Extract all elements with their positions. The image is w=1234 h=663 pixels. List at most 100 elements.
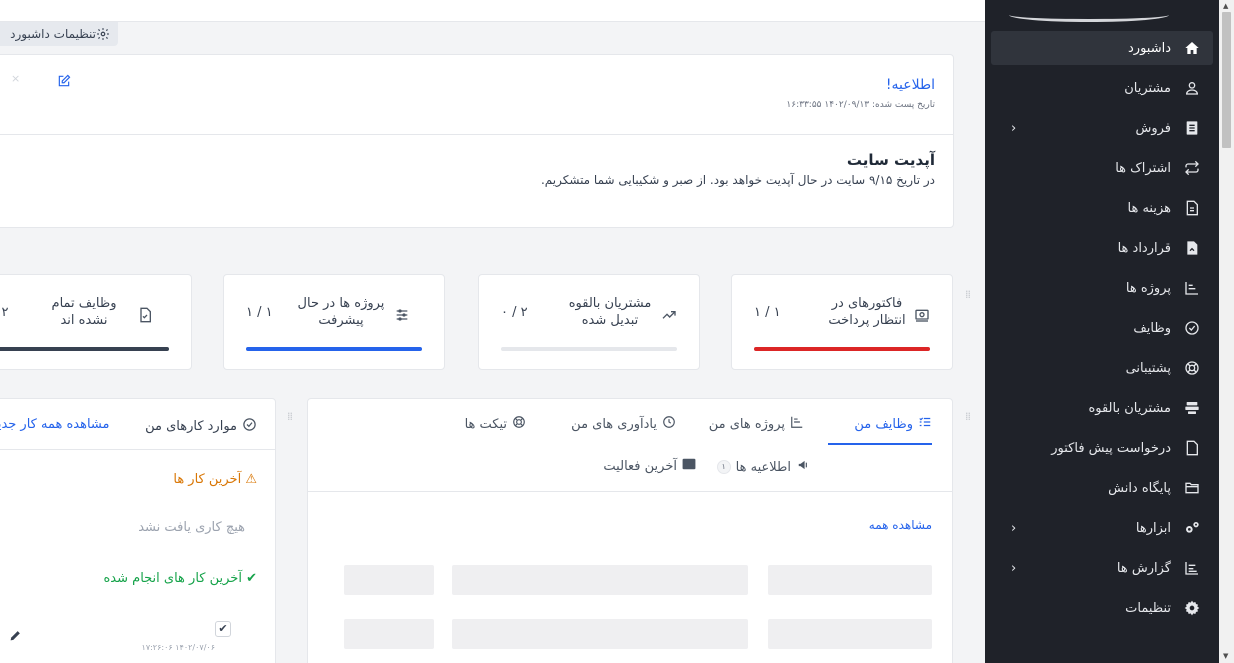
sidebar-item-subscriptions[interactable]: اشتراک ها <box>991 151 1213 185</box>
list-icon <box>918 415 932 433</box>
pencil-icon[interactable] <box>9 629 22 645</box>
scrollbar[interactable]: ▲ ▼ <box>1219 0 1234 663</box>
sidebar-item-label: داشبورد <box>1128 40 1171 56</box>
my-tasks-title: موارد کارهای من <box>145 419 237 434</box>
stat-label: فاکتورهای در انتظار پرداخت <box>828 296 906 328</box>
stat-card-projects[interactable]: پروژه ها در حال پیشرفت ۱ / ۱ <box>223 274 445 370</box>
dashboard-settings-label: تنظیمات داشبورد <box>10 27 96 41</box>
progress-fill <box>0 347 169 351</box>
leads-icon <box>1181 400 1203 416</box>
dashboard-settings-button[interactable]: تنظیمات داشبورد <box>0 22 118 46</box>
tab-label: تیکت ها <box>464 416 507 432</box>
announcement-body: در تاریخ ۹/۱۵ سایت در حال آپدیت خواهد بو… <box>540 173 935 187</box>
check-icon: ✔ <box>246 571 257 586</box>
sidebar-item-label: درخواست پیش فاکتور <box>1051 440 1171 456</box>
tab-label: پروژه های من <box>708 416 785 432</box>
sidebar-item-label: پایگاه دانش <box>1108 480 1171 496</box>
task-checkbox[interactable]: ✔ <box>215 621 231 637</box>
sidebar-item-reports[interactable]: گزارش ها ‹ <box>991 551 1213 585</box>
check-circle-icon <box>242 417 257 436</box>
sidebar-item-contracts[interactable]: قرارداد ها <box>991 231 1213 265</box>
stat-value: ۲ / <box>0 305 9 320</box>
progress-bar <box>0 347 169 351</box>
file-text-icon <box>1181 200 1203 216</box>
sidebar-item-settings[interactable]: تنظیمات <box>991 591 1213 625</box>
sidebar-item-label: تنظیمات <box>1125 600 1171 616</box>
sidebar: داشبورد مشتریان فروش ‹ اشتراک ها هزینه ه… <box>985 0 1219 663</box>
sidebar-item-support[interactable]: پشتیبانی <box>991 351 1213 385</box>
drag-handle-icon[interactable]: ⁞⁞ <box>284 411 293 422</box>
chevron-left-icon: ‹ <box>1011 521 1017 536</box>
completed-tasks-heading: ✔ آخرین کار های انجام شده <box>104 571 258 586</box>
user-icon <box>1181 80 1203 96</box>
sidebar-item-knowledge-base[interactable]: پایگاه دانش <box>991 471 1213 505</box>
cogs-icon <box>1181 520 1203 536</box>
warning-icon: ⚠ <box>245 472 257 487</box>
skeleton-placeholder <box>344 565 434 595</box>
main-content: تنظیمات داشبورد اطلاعیه! تاریخ پست شده: … <box>0 0 985 663</box>
stat-card-invoices[interactable]: فاکتورهای در انتظار پرداخت ۱ / ۱ <box>731 274 953 370</box>
sidebar-item-projects[interactable]: پروژه ها <box>991 271 1213 305</box>
divider <box>0 449 275 450</box>
tab-label: وظایف من <box>854 416 913 432</box>
announcement-heading: آپدیت سایت <box>846 151 935 169</box>
drag-handle-icon[interactable]: ⁞⁞ <box>962 411 971 422</box>
drag-handle-icon[interactable]: ⁞⁞ <box>962 289 971 300</box>
chart-icon <box>1181 280 1203 296</box>
sidebar-item-leads[interactable]: مشتریان بالقوه <box>991 391 1213 425</box>
sidebar-item-label: پشتیبانی <box>1125 360 1171 376</box>
check-circle-icon <box>1181 320 1203 336</box>
tab-label: آخرین فعالیت <box>603 458 677 474</box>
contract-icon <box>1181 240 1203 256</box>
skeleton-placeholder <box>344 619 434 649</box>
completed-tasks-label: آخرین کار های انجام شده <box>103 571 242 586</box>
tab-underline <box>828 443 932 445</box>
scroll-thumb[interactable] <box>1222 12 1231 148</box>
tab-my-tasks[interactable]: وظایف من <box>854 415 932 433</box>
tab-my-reminders[interactable]: یادآوری های من <box>571 415 676 433</box>
home-icon <box>1181 40 1203 56</box>
sidebar-item-dashboard[interactable]: داشبورد <box>991 31 1213 65</box>
latest-tasks-heading: ⚠ آخرین کار ها <box>173 472 257 487</box>
invoice-icon <box>914 307 930 326</box>
skeleton-placeholder <box>768 565 932 595</box>
see-all-link[interactable]: مشاهده همه <box>869 518 932 532</box>
sidebar-item-customers[interactable]: مشتریان <box>991 71 1213 105</box>
tab-latest-activity[interactable]: آخرین فعالیت <box>603 458 696 474</box>
clock-icon <box>662 415 676 433</box>
tab-my-projects[interactable]: پروژه های من <box>709 415 804 433</box>
progress-bar <box>246 347 422 351</box>
trend-icon <box>661 307 677 326</box>
notification-badge: ۱ <box>716 460 731 474</box>
edit-icon[interactable] <box>57 74 71 91</box>
sidebar-item-label: ابزارها <box>1135 520 1171 536</box>
tab-tickets[interactable]: تیکت ها <box>465 415 526 433</box>
announcement-card: اطلاعیه! تاریخ پست شده: ۱۴۰۲/۰۹/۱۳ ۱۶:۳۳… <box>0 54 954 228</box>
scroll-up-icon[interactable]: ▲ <box>1223 2 1228 10</box>
my-tasks-header: موارد کارهای من <box>145 417 257 436</box>
report-icon <box>1181 560 1203 576</box>
sidebar-item-label: مشتریان <box>1124 80 1171 96</box>
progress-fill <box>754 347 930 351</box>
sidebar-item-estimate-request[interactable]: درخواست پیش فاکتور <box>991 431 1213 465</box>
stat-card-tasks[interactable]: وظایف تمام نشده اند ۲ / <box>0 274 192 370</box>
gear-icon <box>1181 600 1203 616</box>
sidebar-item-label: پروژه ها <box>1125 280 1171 296</box>
scroll-down-icon[interactable]: ▼ <box>1223 652 1228 660</box>
tabs-card: وظایف من پروژه های من یادآوری های من تیک… <box>307 398 953 663</box>
close-icon[interactable]: × <box>11 72 20 85</box>
view-all-tasks-link[interactable]: مشاهده همه کار جدید <box>0 417 109 432</box>
sidebar-item-expenses[interactable]: هزینه ها <box>991 191 1213 225</box>
logo <box>1009 8 1169 22</box>
sidebar-item-label: وظایف <box>1133 320 1171 336</box>
sidebar-item-utilities[interactable]: ابزارها ‹ <box>991 511 1213 545</box>
window-icon <box>682 458 696 474</box>
skeleton-placeholder <box>452 565 748 595</box>
sidebar-item-sales[interactable]: فروش ‹ <box>991 111 1213 145</box>
sidebar-item-label: گزارش ها <box>1116 560 1171 576</box>
tab-announcements[interactable]: اطلاعیه ها ۱ <box>716 458 812 476</box>
stat-value: ۲ / ۰ <box>501 305 528 320</box>
stat-card-leads[interactable]: مشتریان بالقوه تبدیل شده ۲ / ۰ <box>478 274 700 370</box>
sidebar-item-tasks[interactable]: وظایف <box>991 311 1213 345</box>
sidebar-item-label: مشتریان بالقوه <box>1088 400 1171 416</box>
